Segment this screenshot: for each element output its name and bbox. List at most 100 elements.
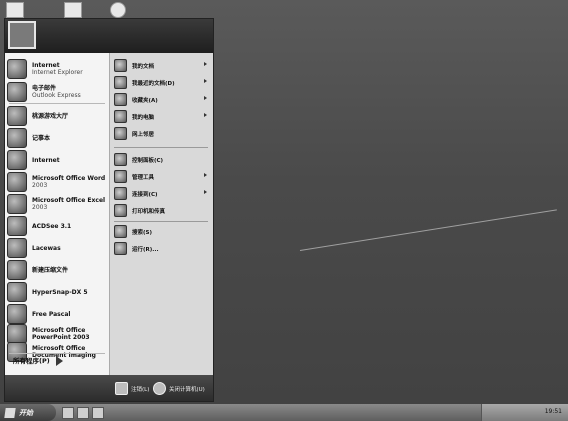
game-hall-icon	[7, 106, 27, 126]
divider	[114, 147, 208, 148]
my-documents-icon	[114, 59, 127, 72]
taskbar: 开始 19:51	[0, 404, 568, 421]
recent-item[interactable]: Microsoft Office Word 2003	[7, 172, 105, 192]
item-title: Microsoft Office Excel	[32, 197, 106, 204]
lacewas-icon	[7, 238, 27, 258]
place-item[interactable]: 运行(R)...	[114, 242, 210, 255]
submenu-arrow-icon	[204, 190, 207, 194]
recent-item[interactable]: ACDSee 3.1	[7, 216, 71, 236]
place-label: 控制面板(C)	[132, 157, 164, 164]
place-item[interactable]: 网上邻居	[114, 127, 210, 140]
key-icon	[115, 382, 128, 395]
divider	[9, 103, 105, 104]
network-places-icon	[114, 127, 127, 140]
internet-icon	[7, 150, 27, 170]
recent-item[interactable]: HyperSnap-DX 5	[7, 282, 88, 302]
search-icon	[114, 225, 127, 238]
item-title: HyperSnap-DX 5	[32, 288, 88, 296]
place-item[interactable]: 我最近的文档(D)	[114, 76, 210, 89]
place-item[interactable]: 连接到(C)	[114, 187, 210, 200]
printers-icon	[114, 204, 127, 217]
arrow-right-icon	[55, 356, 63, 366]
place-label: 收藏夹(A)	[132, 97, 158, 104]
item-title: Internet	[32, 156, 60, 164]
quick-launch	[62, 407, 104, 419]
place-label: 网上邻居	[132, 131, 155, 138]
run-icon	[114, 242, 127, 255]
item-subtitle: 2003	[32, 182, 48, 189]
all-programs-button[interactable]: 所有程序(P)	[13, 356, 63, 366]
start-button[interactable]: 开始	[0, 404, 56, 421]
place-item[interactable]: 打印机和传真	[114, 204, 210, 217]
start-menu: Internet Internet Explorer 电子邮件 Outlook Ex…	[4, 18, 214, 402]
logoff-label: 注销(L)	[131, 386, 150, 393]
recent-item[interactable]: 记事本	[7, 128, 50, 148]
my-computer-icon	[114, 110, 127, 123]
place-label: 我的文档	[132, 63, 155, 70]
item-title: Lacewas	[32, 244, 61, 252]
outlook-express-icon	[7, 82, 27, 102]
item-title: 电子邮件	[32, 85, 57, 92]
quick-launch-icon[interactable]	[92, 407, 104, 419]
free-pascal-icon	[7, 304, 27, 324]
logoff-button[interactable]: 注销(L)	[115, 382, 149, 395]
favorites-icon	[114, 93, 127, 106]
recent-item[interactable]: 新建压缩文件	[7, 260, 68, 280]
submenu-arrow-icon	[204, 96, 207, 100]
user-avatar[interactable]	[8, 21, 36, 49]
windows-logo-icon	[4, 407, 16, 418]
divider	[114, 221, 208, 222]
quick-launch-icon[interactable]	[62, 407, 74, 419]
place-item[interactable]: 管理工具	[114, 170, 210, 183]
notepad-icon	[7, 128, 27, 148]
place-item[interactable]: 我的电脑	[114, 110, 210, 123]
start-menu-header	[5, 19, 213, 53]
pinned-email[interactable]: 电子邮件 Outlook Express	[7, 82, 81, 102]
submenu-arrow-icon	[204, 79, 207, 83]
recent-item[interactable]: 桃源游戏大厅	[7, 106, 68, 126]
place-label: 我的电脑	[132, 114, 155, 121]
recent-item[interactable]: Internet	[7, 150, 60, 170]
item-subtitle: Outlook Express	[32, 92, 81, 99]
shutdown-label: 关闭计算机(U)	[169, 386, 205, 393]
item-title: Free Pascal	[32, 310, 71, 318]
place-item[interactable]: 搜索(S)	[114, 225, 210, 238]
internet-explorer-icon	[7, 59, 27, 79]
recent-item[interactable]: Microsoft Office Excel 2003	[7, 194, 105, 214]
connect-to-icon	[114, 187, 127, 200]
recent-item[interactable]: Free Pascal	[7, 304, 70, 324]
start-label: 开始	[19, 408, 33, 417]
place-item[interactable]: 我的文档	[114, 59, 210, 72]
item-title: Microsoft Office Word	[32, 175, 106, 182]
acdsee-icon	[7, 216, 27, 236]
desktop-icon[interactable]	[6, 2, 24, 18]
desktop-icon[interactable]	[64, 2, 82, 18]
item-subtitle: Internet Explorer	[32, 69, 83, 76]
item-title: Microsoft Office PowerPoint 2003	[32, 327, 90, 341]
item-title: ACDSee 3.1	[32, 222, 72, 230]
place-label: 管理工具	[132, 174, 155, 181]
quick-launch-icon[interactable]	[77, 407, 89, 419]
powerpoint-icon	[7, 324, 27, 344]
clock[interactable]: 19:51	[545, 408, 562, 415]
item-title: 新建压缩文件	[32, 266, 69, 274]
submenu-arrow-icon	[204, 62, 207, 66]
system-tray: 19:51	[481, 404, 568, 421]
start-menu-programs: Internet Internet Explorer 电子邮件 Outlook Ex…	[5, 53, 109, 375]
divider	[9, 353, 105, 354]
place-item[interactable]: 收藏夹(A)	[114, 93, 210, 106]
start-menu-footer: 注销(L) 关闭计算机(U)	[5, 375, 213, 401]
item-title: Internet	[32, 62, 60, 69]
word-icon	[7, 172, 27, 192]
recent-item[interactable]: Microsoft Office PowerPoint 2003	[7, 324, 102, 344]
winrar-icon	[7, 260, 27, 280]
shutdown-button[interactable]: 关闭计算机(U)	[153, 382, 205, 395]
all-programs-label: 所有程序(P)	[13, 356, 50, 365]
excel-icon	[7, 194, 27, 214]
hypersnap-icon	[7, 282, 27, 302]
desktop-icon[interactable]	[110, 2, 126, 18]
pinned-internet[interactable]: Internet Internet Explorer	[7, 59, 83, 79]
recent-item[interactable]: Lacewas	[7, 238, 61, 258]
admin-tools-icon	[114, 170, 127, 183]
place-item[interactable]: 控制面板(C)	[114, 153, 210, 166]
